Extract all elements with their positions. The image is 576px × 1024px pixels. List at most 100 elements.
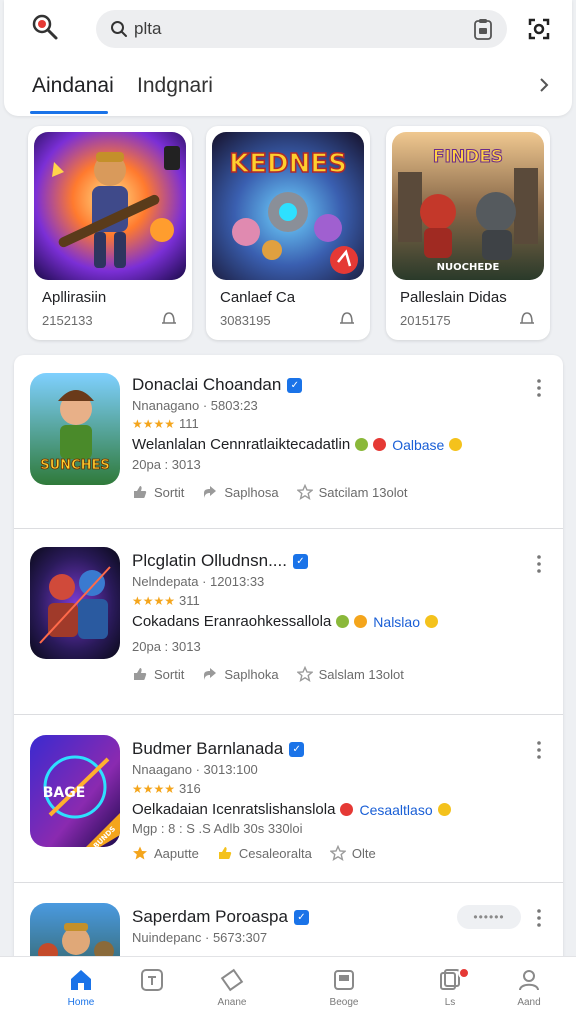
- tab-primary[interactable]: Aindanai: [32, 74, 114, 98]
- featured-card[interactable]: FINDES NUOCHEDE Palleslain Didas 2015175: [386, 126, 550, 340]
- featured-card[interactable]: Apllirasiin 2152133: [28, 126, 192, 340]
- star-emoji-icon: [437, 803, 451, 816]
- action-label: Satcilam 13olot: [318, 484, 408, 500]
- action-label: Sortit: [154, 666, 185, 682]
- bell-icon[interactable]: [160, 310, 178, 328]
- heart-emoji-icon: [373, 438, 387, 451]
- app-description: Welanlalan Cennratlaiktecadatlin Oalbase: [132, 436, 463, 453]
- more-options-icon[interactable]: [537, 909, 541, 927]
- nav-label: Ls: [444, 997, 456, 1008]
- like-button[interactable]: Cesaleoralta: [217, 845, 312, 861]
- nav-apps[interactable]: [122, 965, 182, 1017]
- app-date: 20pa : 3013: [132, 457, 201, 472]
- favorite-button[interactable]: Salslam 13olot: [296, 666, 404, 682]
- nav-label: Anane: [217, 997, 247, 1008]
- nav-label: Aand: [517, 997, 541, 1008]
- chevron-right-icon[interactable]: [537, 76, 551, 94]
- featured-app-count: 2152133: [42, 313, 93, 328]
- action-label: Sortit: [154, 484, 185, 500]
- app-rating: ★★★★ 111: [132, 416, 199, 431]
- star-outline-icon: [296, 666, 313, 682]
- description-text: Welanlalan Cennratlaiktecadatlin: [132, 436, 351, 453]
- category-tag[interactable]: Nalslao: [373, 614, 420, 630]
- star-rating-icon: ★★★★: [132, 593, 176, 608]
- app-developer-meta: Nnaagano · 3013:100: [132, 762, 258, 777]
- action-label: Cesaleoralta: [238, 845, 312, 861]
- app-thumbnail: [30, 547, 120, 659]
- favorite-button[interactable]: Satcilam 13olot: [296, 484, 408, 500]
- bell-icon[interactable]: [338, 310, 356, 328]
- share-button[interactable]: Saplhoka: [202, 666, 279, 682]
- nav-home[interactable]: Home: [51, 965, 111, 1017]
- featured-app-art: FINDES NUOCHEDE: [392, 132, 544, 280]
- nav-label: Home: [67, 997, 95, 1008]
- leaf-emoji-icon: [336, 615, 350, 628]
- more-options-icon[interactable]: [537, 379, 541, 397]
- tab-secondary[interactable]: Indgnari: [137, 74, 213, 98]
- more-options-icon[interactable]: [537, 555, 541, 573]
- smile-emoji-icon: [354, 615, 368, 628]
- bell-icon[interactable]: [518, 310, 536, 328]
- rating-count: 111: [179, 416, 199, 431]
- share-icon: [204, 668, 217, 680]
- nav-account[interactable]: Aand: [499, 965, 559, 1017]
- nav-games[interactable]: Beoge: [314, 965, 374, 1017]
- app-thumbnail: SUNCHES: [30, 373, 120, 485]
- app-developer-meta: Nuindepanc · 5673:307: [132, 930, 268, 945]
- search-input[interactable]: plta: [134, 19, 473, 39]
- list-item[interactable]: BAGE BUNDS Budmer Barnlanada ✓ Nnaagano ·…: [14, 715, 563, 883]
- scan-icon[interactable]: [527, 17, 551, 41]
- description-text: Cokadans Eranraohkessallola: [132, 613, 332, 630]
- like-button[interactable]: Sortit: [132, 666, 184, 682]
- app-art-title: SUNCHES: [40, 458, 109, 473]
- share-icon: [204, 486, 217, 498]
- top-bar: plta Aindanai Indgnari: [4, 0, 572, 116]
- clipboard-icon[interactable]: [473, 18, 493, 40]
- search-bar[interactable]: plta: [96, 10, 507, 48]
- app-description: Cokadans Eranraohkessallola Nalslao: [132, 613, 438, 630]
- star-filled-icon: [133, 846, 147, 860]
- loading-pill: ••••••: [457, 905, 521, 929]
- search-app-logo-icon[interactable]: [30, 12, 60, 42]
- action-label: Aaputte: [154, 845, 199, 861]
- share-button[interactable]: Saplhosa: [202, 484, 279, 500]
- favorite-button[interactable]: Aaputte: [132, 845, 199, 861]
- rating-count: 311: [179, 593, 200, 608]
- category-tag[interactable]: Oalbase: [392, 437, 444, 453]
- verified-badge-icon: ✓: [289, 741, 305, 757]
- rate-button[interactable]: Olte: [329, 845, 376, 861]
- game-box-icon: [334, 970, 354, 990]
- action-label: Salslam 13olot: [318, 666, 404, 682]
- tag-icon: [220, 968, 244, 992]
- more-options-icon[interactable]: [537, 741, 541, 759]
- nav-library[interactable]: Ls: [420, 965, 480, 1017]
- category-tag[interactable]: Cesaaltlaso: [359, 802, 432, 818]
- person-icon: [519, 970, 539, 991]
- featured-card[interactable]: KEDNES Canlaef Ca 3083195: [206, 126, 370, 340]
- action-bar: Aaputte Cesaleoralta Olte: [132, 845, 376, 861]
- featured-app-count: 2015175: [400, 313, 451, 328]
- app-date: Mgp : 8 : S .S Adlb 30s 330loi: [132, 821, 303, 836]
- star-emoji-icon: [425, 615, 438, 628]
- nav-label: Beoge: [329, 997, 359, 1008]
- featured-app-name: Palleslain Didas: [400, 289, 507, 306]
- description-text: Oelkadaian Icenratslishanslola: [132, 801, 336, 818]
- active-tab-indicator: [30, 111, 108, 114]
- app-date: 20pa : 3013: [132, 639, 201, 654]
- like-button[interactable]: Sortit: [132, 484, 184, 500]
- star-rating-icon: ★★★★: [132, 781, 176, 796]
- action-label: Olte: [351, 845, 376, 861]
- apps-box-icon: [141, 969, 163, 991]
- list-item[interactable]: Plcglatin Olludnsn.... ✓ Nelndepata · 120…: [14, 529, 563, 715]
- action-bar: Sortit Saplhosa Satcilam 13olot: [132, 484, 407, 500]
- app-title: Plcglatin Olludnsn.... ✓: [132, 551, 308, 571]
- action-label: Saplhosa: [224, 484, 279, 500]
- heart-emoji-icon: [340, 803, 354, 816]
- nav-explore[interactable]: Anane: [202, 965, 262, 1017]
- app-title-text: Donaclai Choandan: [132, 375, 282, 394]
- bottom-navigation: Home Anane Beoge Ls Aand: [0, 956, 576, 1024]
- app-developer-meta: Nelndepata · 12013:33: [132, 574, 265, 589]
- app-thumbnail: BAGE BUNDS: [30, 735, 120, 847]
- list-item[interactable]: SUNCHES Donaclai Choandan ✓ Nnanagano · 5…: [14, 355, 563, 529]
- star-emoji-icon: [449, 438, 463, 451]
